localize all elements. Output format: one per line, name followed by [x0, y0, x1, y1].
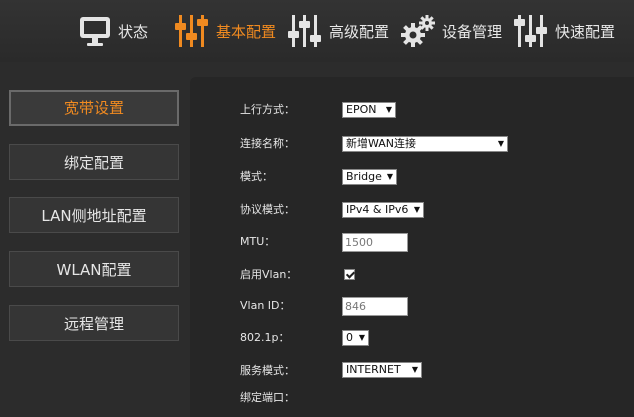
nav-label: 基本配置: [216, 22, 277, 41]
nav-label: 设备管理: [442, 22, 503, 41]
service-mode-select[interactable]: INTERNET ▼: [342, 362, 422, 378]
nav-status[interactable]: 状态: [78, 12, 148, 50]
advanced-sliders-icon: [287, 13, 323, 49]
nav-advanced-config[interactable]: 高级配置: [287, 12, 389, 50]
nav-label: 快速配置: [555, 22, 616, 41]
dropdown-arrow-icon: ▼: [385, 105, 392, 114]
priority-select[interactable]: 0 ▼: [342, 330, 369, 346]
uplink-mode-label: 上行方式：: [240, 103, 295, 116]
vlan-id-label: Vlan ID：: [240, 299, 291, 312]
mode-value: Bridge: [346, 170, 382, 183]
vlan-id-input[interactable]: 846: [342, 297, 408, 316]
connection-name-label: 连接名称：: [240, 137, 295, 150]
sidebar-item-binding[interactable]: 绑定配置: [9, 144, 179, 180]
enable-vlan-checkbox[interactable]: [344, 269, 355, 280]
nav-label: 高级配置: [329, 22, 390, 41]
priority-value: 0: [346, 331, 353, 344]
protocol-mode-select[interactable]: IPv4 & IPv6 ▼: [342, 202, 424, 218]
nav-basic-config[interactable]: 基本配置: [174, 12, 276, 50]
quick-sliders-icon: [513, 13, 549, 49]
connection-name-select[interactable]: 新增WAN连接 ▼: [342, 136, 508, 152]
uplink-mode-value: EPON: [346, 103, 377, 116]
mode-label: 模式：: [240, 170, 273, 183]
mtu-label: MTU：: [240, 235, 276, 248]
protocol-mode-value: IPv4 & IPv6: [346, 203, 409, 216]
enable-vlan-label: 启用Vlan：: [240, 268, 298, 281]
protocol-mode-label: 协议模式：: [240, 203, 295, 216]
gears-icon: [400, 13, 436, 49]
bind-port-label: 绑定端口：: [240, 391, 295, 404]
sidebar-item-remote-management[interactable]: 远程管理: [9, 305, 179, 341]
uplink-mode-select[interactable]: EPON ▼: [342, 102, 396, 118]
dropdown-arrow-icon: ▼: [497, 139, 504, 148]
dropdown-arrow-icon: ▼: [411, 365, 418, 374]
dropdown-arrow-icon: ▼: [386, 172, 393, 181]
dropdown-arrow-icon: ▼: [413, 205, 420, 214]
connection-name-value: 新增WAN连接: [346, 137, 417, 150]
sidebar-item-broadband[interactable]: 宽带设置: [9, 90, 179, 126]
mode-select[interactable]: Bridge ▼: [342, 169, 397, 185]
service-mode-value: INTERNET: [346, 363, 401, 376]
service-mode-label: 服务模式：: [240, 364, 295, 377]
nav-label: 状态: [118, 22, 149, 41]
sidebar-item-lan-address[interactable]: LAN侧地址配置: [9, 197, 179, 233]
mtu-input[interactable]: 1500: [342, 233, 408, 252]
dropdown-arrow-icon: ▼: [358, 333, 365, 342]
sidebar-item-wlan[interactable]: WLAN配置: [9, 251, 179, 287]
nav-quick-config[interactable]: 快速配置: [513, 12, 615, 50]
monitor-icon: [78, 14, 112, 48]
sliders-icon: [174, 13, 210, 49]
top-nav: 状态 基本配置 高级配置 设备管理 快速配置: [0, 0, 634, 62]
priority-label: 802.1p：: [240, 331, 290, 344]
nav-device-management[interactable]: 设备管理: [400, 12, 502, 50]
